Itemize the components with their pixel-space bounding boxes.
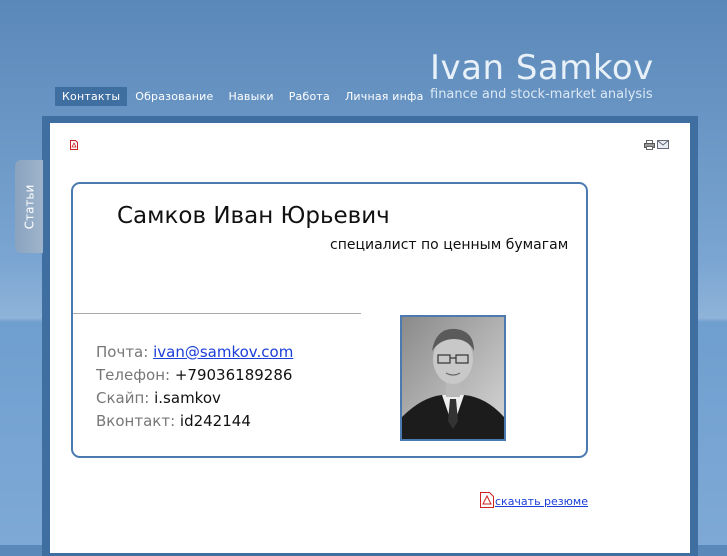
side-tab-label: Статьи	[22, 184, 36, 229]
contact-vk: Вконтакт: id242144	[96, 410, 293, 433]
pdf-icon	[480, 492, 494, 508]
side-tab-articles[interactable]: Статьи	[15, 160, 43, 253]
print-icon[interactable]	[644, 140, 655, 150]
contact-skype-label: Скайп:	[96, 389, 150, 407]
profile-photo	[400, 315, 506, 441]
pdf-icon[interactable]	[70, 140, 78, 150]
nav-item-skills[interactable]: Навыки	[222, 87, 281, 106]
nav-item-contacts[interactable]: Контакты	[55, 86, 128, 106]
main-nav: Контакты Образование Навыки Работа Лична…	[55, 86, 432, 106]
card-divider	[73, 313, 361, 314]
email-icon[interactable]	[657, 140, 669, 149]
contact-skype-value: i.samkov	[154, 389, 221, 407]
site-brand: Ivan Samkov finance and stock-market ana…	[430, 50, 654, 102]
contact-email: Почта: ivan@samkov.com	[96, 341, 293, 364]
download-resume[interactable]: скачать резюме	[480, 492, 588, 508]
contact-skype: Скайп: i.samkov	[96, 387, 293, 410]
nav-item-education[interactable]: Образование	[128, 87, 220, 106]
nav-item-work[interactable]: Работа	[282, 87, 337, 106]
contact-phone: Телефон: +79036189286	[96, 364, 293, 387]
nav-item-personal[interactable]: Личная инфа	[338, 87, 431, 106]
page-tools	[644, 140, 669, 150]
contact-vk-value: id242144	[179, 412, 251, 430]
contact-phone-value: +79036189286	[174, 366, 293, 384]
person-position: специалист по ценным бумагам	[330, 237, 569, 253]
contact-email-label: Почта:	[96, 343, 149, 361]
contact-vk-label: Вконтакт:	[96, 412, 176, 430]
download-resume-link[interactable]: скачать резюме	[495, 495, 588, 508]
person-name: Самков Иван Юрьевич	[117, 203, 390, 229]
site-subtitle: finance and stock-market analysis	[430, 87, 653, 102]
contact-list: Почта: ivan@samkov.com Телефон: +7903618…	[96, 341, 293, 433]
contact-phone-label: Телефон:	[96, 366, 171, 384]
email-link[interactable]: ivan@samkov.com	[153, 343, 293, 361]
site-title: Ivan Samkov	[430, 48, 654, 88]
